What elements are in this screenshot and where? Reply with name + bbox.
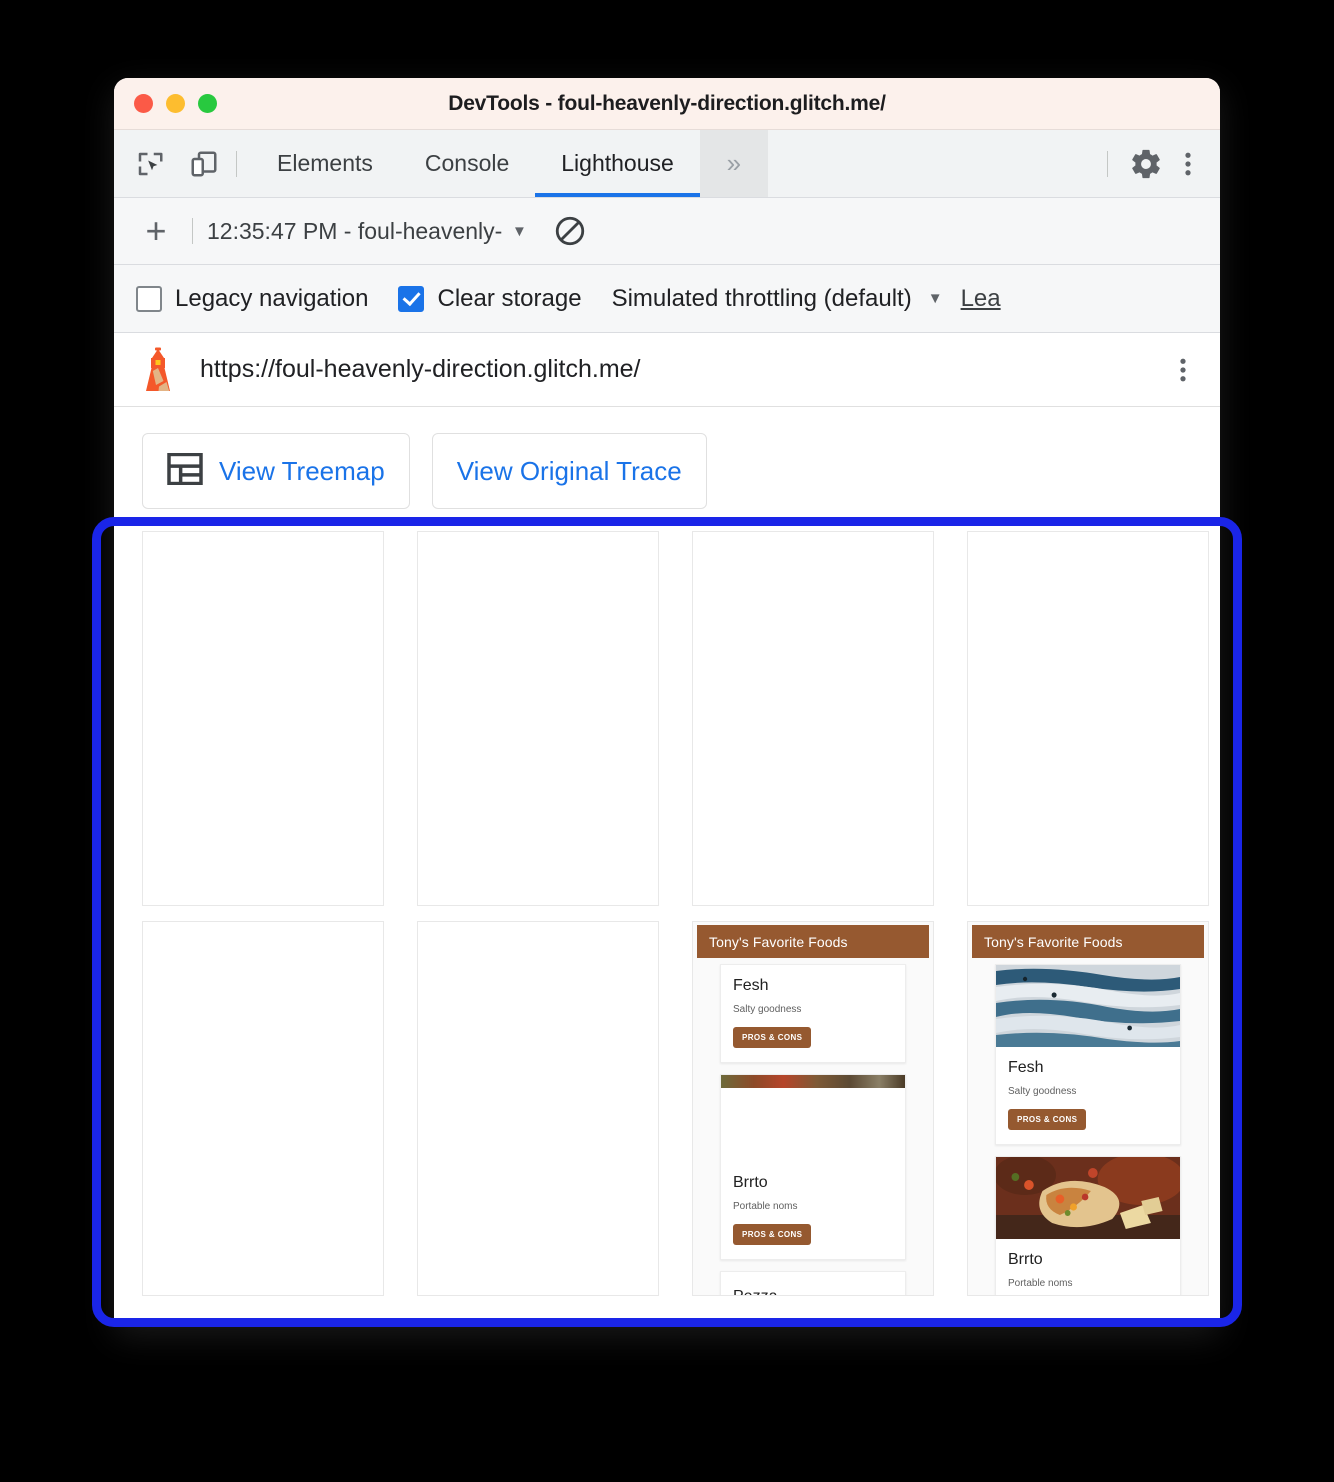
window-titlebar: DevTools - foul-heavenly-direction.glitc…	[114, 78, 1220, 130]
throttling-label: Simulated throttling (default)	[611, 284, 912, 312]
tab-console[interactable]: Console	[399, 130, 535, 197]
filmstrip-frame[interactable]	[142, 531, 384, 906]
tab-lighthouse-label: Lighthouse	[561, 150, 674, 176]
preview-card-image-partial	[721, 1075, 905, 1088]
clear-storage-label: Clear storage	[437, 284, 582, 312]
devtools-tool-icons	[114, 130, 222, 197]
tab-elements[interactable]: Elements	[251, 130, 399, 197]
preview-card-title: Fesh	[1008, 1059, 1044, 1076]
preview-card-button: PROS & CONS	[1008, 1109, 1087, 1130]
preview-site-title: Tony's Favorite Foods	[984, 933, 1123, 950]
filmstrip-frame[interactable]	[142, 921, 384, 1296]
preview-site-title: Tony's Favorite Foods	[709, 933, 848, 950]
preview-card-subtitle: Portable noms	[1008, 1278, 1073, 1289]
filmstrip-thumbnails: Tony's Favorite Foods Fesh Salty goodnes…	[114, 509, 1220, 1296]
devtools-window: DevTools - foul-heavenly-direction.glitc…	[114, 78, 1220, 1326]
report-more-options-kebab-icon[interactable]	[1168, 355, 1198, 385]
filmstrip-frame[interactable]	[692, 531, 934, 906]
legacy-navigation-label: Legacy navigation	[175, 284, 369, 312]
lighthouse-logo-icon	[136, 347, 180, 393]
right-toolbar-divider	[1107, 150, 1108, 177]
run-selector-dropdown[interactable]: 12:35:47 PM - foul-heavenly-d ▼	[207, 218, 527, 245]
tab-console-label: Console	[424, 150, 510, 176]
view-treemap-button[interactable]: View Treemap	[142, 433, 410, 509]
maximize-window-button[interactable]	[198, 94, 217, 113]
filmstrip-frame[interactable]	[417, 531, 659, 906]
lighthouse-settings-row: Legacy navigation Clear storage Simulate…	[114, 265, 1220, 333]
filmstrip-frame[interactable]: Tony's Favorite Foods Fesh Salty goodnes…	[967, 921, 1209, 1296]
report-url: https://foul-heavenly-direction.glitch.m…	[200, 355, 641, 383]
new-audit-button[interactable]: +	[134, 213, 178, 249]
throttling-dropdown[interactable]: Simulated throttling (default) ▼	[612, 285, 943, 313]
report-url-header: https://foul-heavenly-direction.glitch.m…	[114, 333, 1220, 407]
close-window-button[interactable]	[134, 94, 153, 113]
tab-lighthouse[interactable]: Lighthouse	[535, 130, 700, 197]
preview-card-list: Fesh Salty goodness PROS & CONS Brrto Po…	[693, 958, 933, 1295]
preview-card-subtitle: Portable noms	[733, 1201, 798, 1212]
preview-card: Brrto Portable noms PROS & CONS	[720, 1074, 906, 1260]
toolbar-divider	[236, 150, 237, 177]
treemap-icon	[167, 452, 203, 490]
tab-elements-label: Elements	[277, 150, 373, 176]
preview-card: Fesh Salty goodness PROS & CONS	[720, 964, 906, 1063]
filmstrip-frame[interactable]	[967, 531, 1209, 906]
preview-card-subtitle: Salty goodness	[1008, 1086, 1077, 1097]
preview-site-header: Tony's Favorite Foods	[972, 925, 1204, 958]
filmstrip-frame[interactable]: Tony's Favorite Foods Fesh Salty goodnes…	[692, 921, 934, 1296]
traffic-light-buttons	[134, 94, 217, 113]
preview-card-title: Brrto	[1008, 1251, 1043, 1268]
devtools-tabstrip: Elements Console Lighthouse »	[114, 130, 1220, 198]
view-original-trace-button[interactable]: View Original Trace	[431, 433, 707, 509]
window-title: DevTools - foul-heavenly-direction.glitc…	[448, 91, 886, 115]
preview-card: Brrto Portable noms	[995, 1156, 1181, 1295]
preview-site-header: Tony's Favorite Foods	[697, 925, 929, 958]
preview-card-title: Brrto	[733, 1174, 768, 1191]
more-options-kebab-icon[interactable]	[1170, 146, 1206, 182]
preview-card-title: Pezza	[733, 1288, 893, 1295]
fish-photo-image	[996, 965, 1180, 1047]
page-preview: Tony's Favorite Foods Fesh Salty goodnes…	[693, 922, 933, 1295]
burrito-photo-image	[996, 1157, 1180, 1239]
preview-card-subtitle: Salty goodness	[733, 1004, 802, 1015]
chevron-down-icon: ▼	[512, 222, 527, 240]
devtools-right-icons	[1093, 130, 1220, 197]
page-preview: Tony's Favorite Foods Fesh Salty goodnes…	[968, 922, 1208, 1295]
preview-card: Pezza	[720, 1271, 906, 1295]
clear-storage-checkbox-box[interactable]	[398, 285, 425, 312]
more-tabs-label: »	[726, 148, 742, 178]
runbar-divider	[192, 218, 193, 244]
run-selector-label: 12:35:47 PM - foul-heavenly-d	[207, 217, 502, 244]
settings-gear-icon[interactable]	[1128, 146, 1164, 182]
more-tabs-chevron-icon[interactable]: »	[699, 130, 768, 197]
view-treemap-label: View Treemap	[219, 455, 385, 486]
lighthouse-run-toolbar: + 12:35:47 PM - foul-heavenly-d ▼	[114, 198, 1220, 265]
minimize-window-button[interactable]	[166, 94, 185, 113]
preview-card: Fesh Salty goodness PROS & CONS	[995, 964, 1181, 1145]
screenshot-stage: DevTools - foul-heavenly-direction.glitc…	[0, 0, 1334, 1482]
clear-storage-checkbox[interactable]: Clear storage	[398, 284, 582, 313]
clear-all-icon[interactable]	[553, 214, 587, 248]
legacy-navigation-checkbox-box[interactable]	[136, 285, 162, 312]
device-toolbar-icon[interactable]	[186, 146, 222, 182]
devtools-panel-tabs: Elements Console Lighthouse	[251, 130, 700, 197]
report-action-buttons: View Treemap View Original Trace	[114, 407, 1220, 509]
preview-card-button: PROS & CONS	[733, 1027, 812, 1048]
filmstrip-frame[interactable]	[417, 921, 659, 1296]
preview-card-title: Fesh	[733, 977, 769, 994]
legacy-navigation-checkbox[interactable]: Legacy navigation	[136, 285, 368, 313]
preview-card-list: Fesh Salty goodness PROS & CONS Brrto Po…	[968, 958, 1208, 1295]
inspect-element-icon[interactable]	[132, 146, 168, 182]
truncated-link[interactable]: Lea	[961, 285, 1001, 313]
preview-card-button: PROS & CONS	[733, 1224, 812, 1245]
view-original-trace-label: View Original Trace	[456, 455, 682, 486]
chevron-down-icon: ▼	[927, 290, 943, 307]
